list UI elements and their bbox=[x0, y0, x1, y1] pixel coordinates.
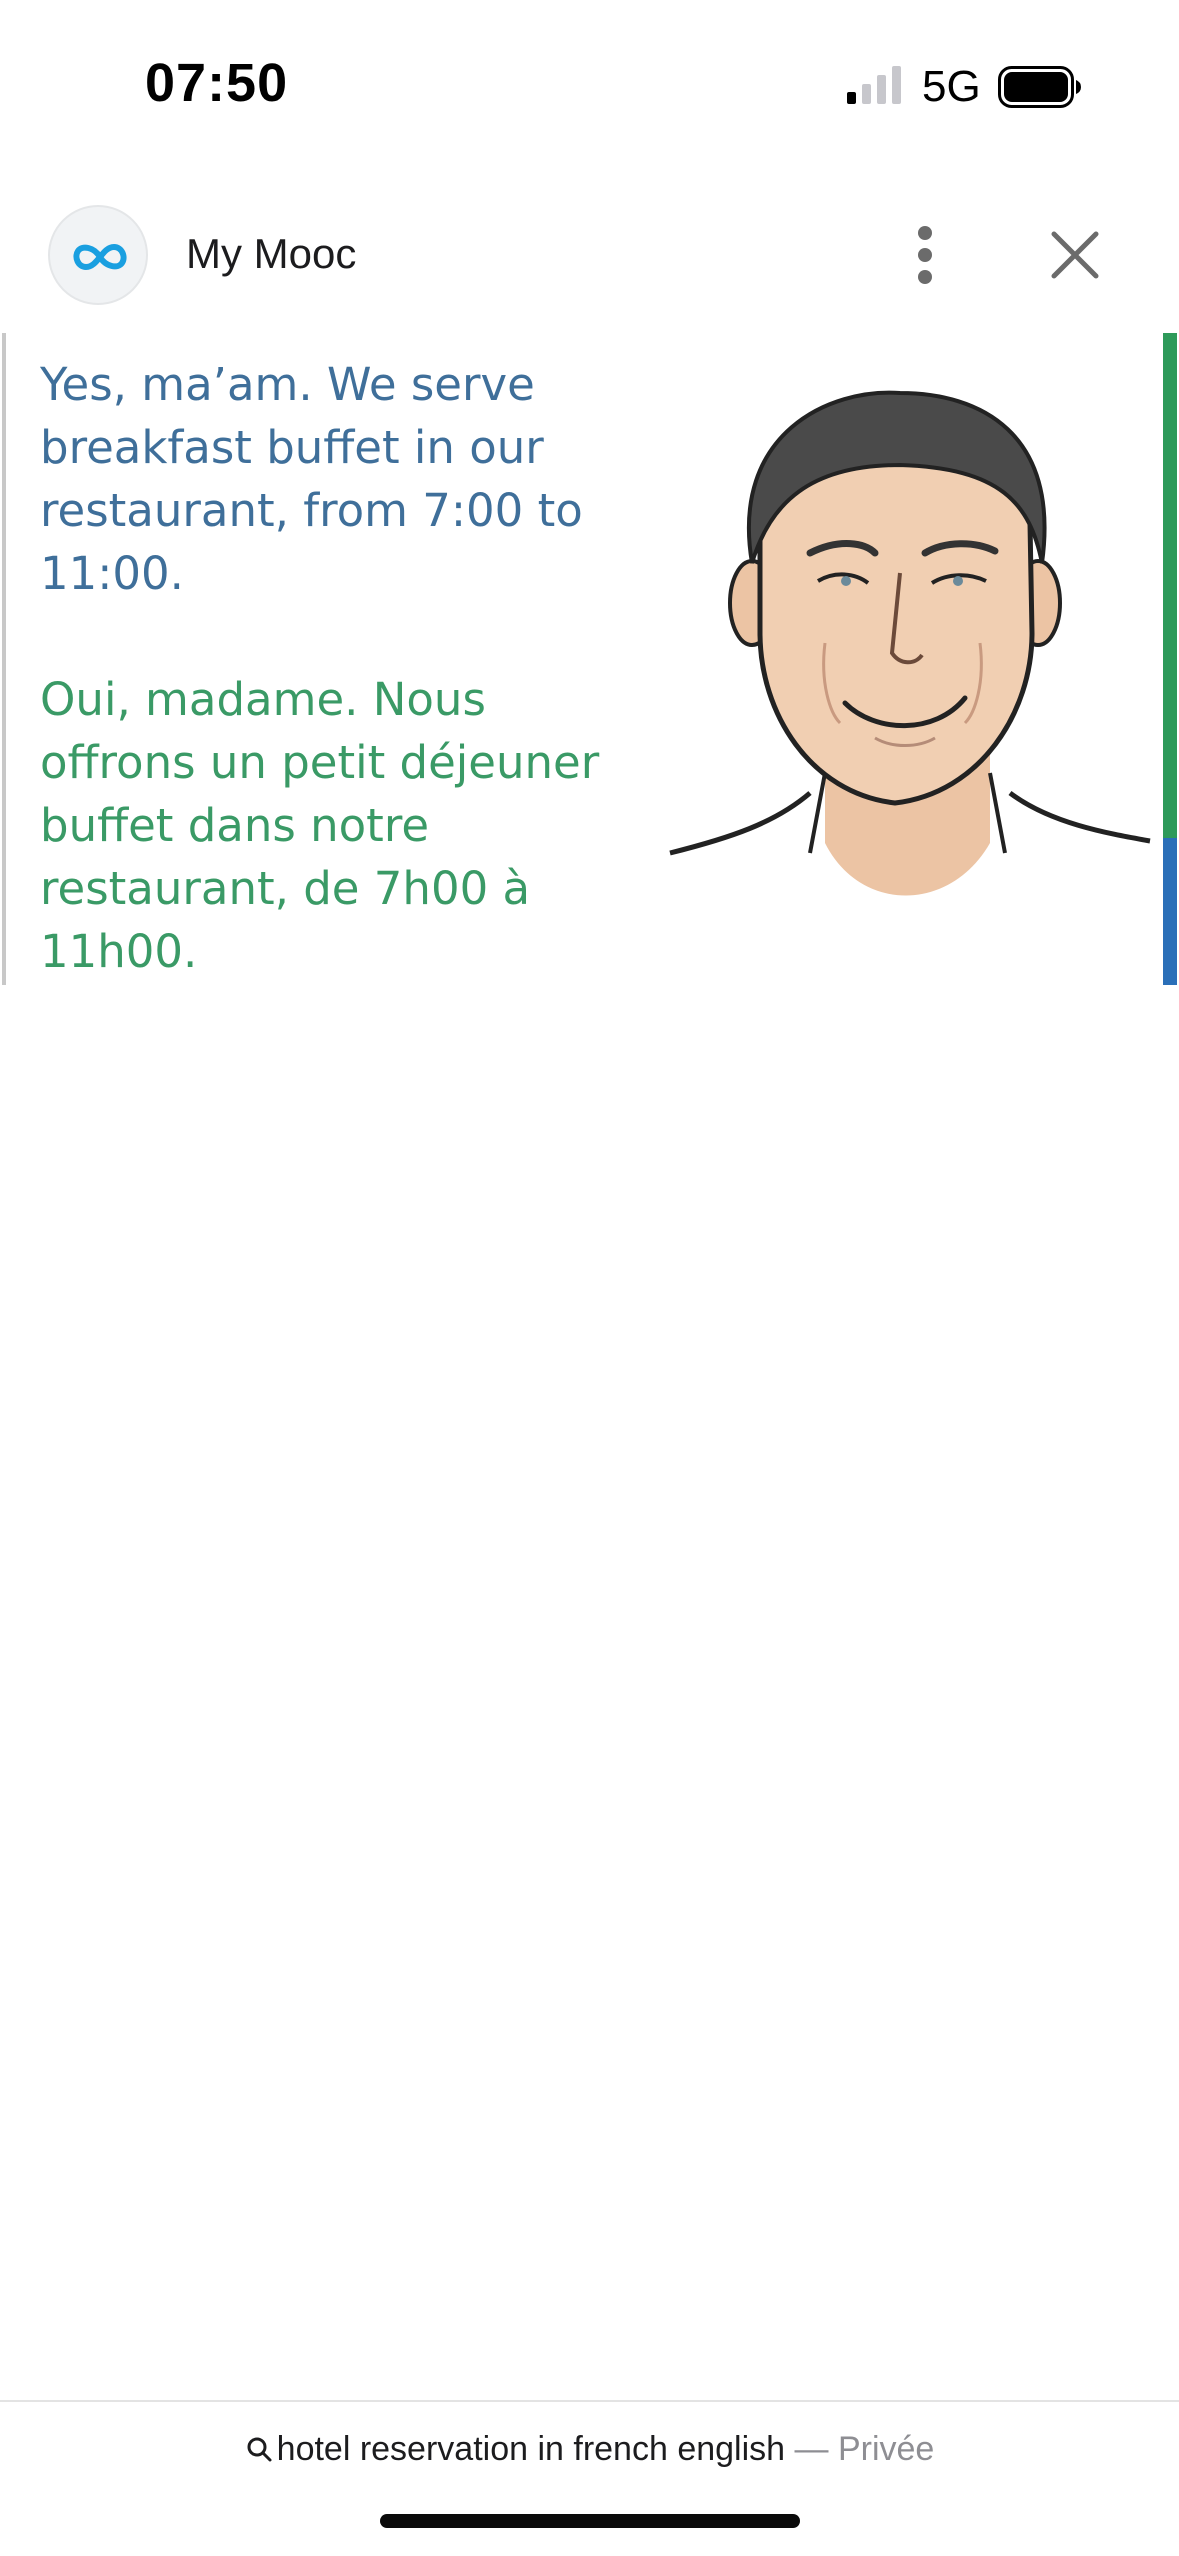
infinity-logo-icon bbox=[48, 205, 148, 305]
search-query: hotel reservation in french english bbox=[276, 2430, 786, 2468]
battery-full-icon bbox=[998, 66, 1081, 108]
screen: 07:50 5G My Mooc Yes, ma’am. We serve br… bbox=[0, 0, 1179, 2556]
signal-bars-icon bbox=[847, 66, 901, 104]
more-vertical-icon[interactable] bbox=[895, 215, 955, 295]
app-title: My Mooc bbox=[186, 230, 357, 277]
english-sentence: Yes, ma’am. We serve breakfast buffet in… bbox=[40, 358, 583, 600]
dialogue-image: Yes, ma’am. We serve breakfast buffet in… bbox=[0, 333, 1179, 985]
home-indicator[interactable] bbox=[380, 2514, 800, 2528]
close-icon[interactable] bbox=[1040, 220, 1110, 290]
private-mode-label: — Privée bbox=[785, 2430, 935, 2468]
bottom-divider bbox=[0, 2400, 1179, 2402]
address-bar[interactable]: hotel reservation in french english — Pr… bbox=[0, 2430, 1179, 2490]
dialogue-text: Yes, ma’am. We serve breakfast buffet in… bbox=[40, 353, 640, 983]
search-icon bbox=[247, 2437, 272, 2462]
status-time: 07:50 bbox=[145, 53, 289, 113]
accent-bar-green bbox=[1163, 333, 1177, 838]
network-type: 5G bbox=[922, 62, 981, 111]
image-left-border bbox=[2, 333, 6, 985]
french-sentence: Oui, madame. Nous offrons un petit déjeu… bbox=[40, 673, 600, 978]
app-header: My Mooc bbox=[0, 195, 1179, 315]
accent-bar-blue bbox=[1163, 838, 1177, 985]
cartoon-man-portrait bbox=[660, 390, 1160, 973]
status-bar: 07:50 5G bbox=[0, 0, 1179, 170]
